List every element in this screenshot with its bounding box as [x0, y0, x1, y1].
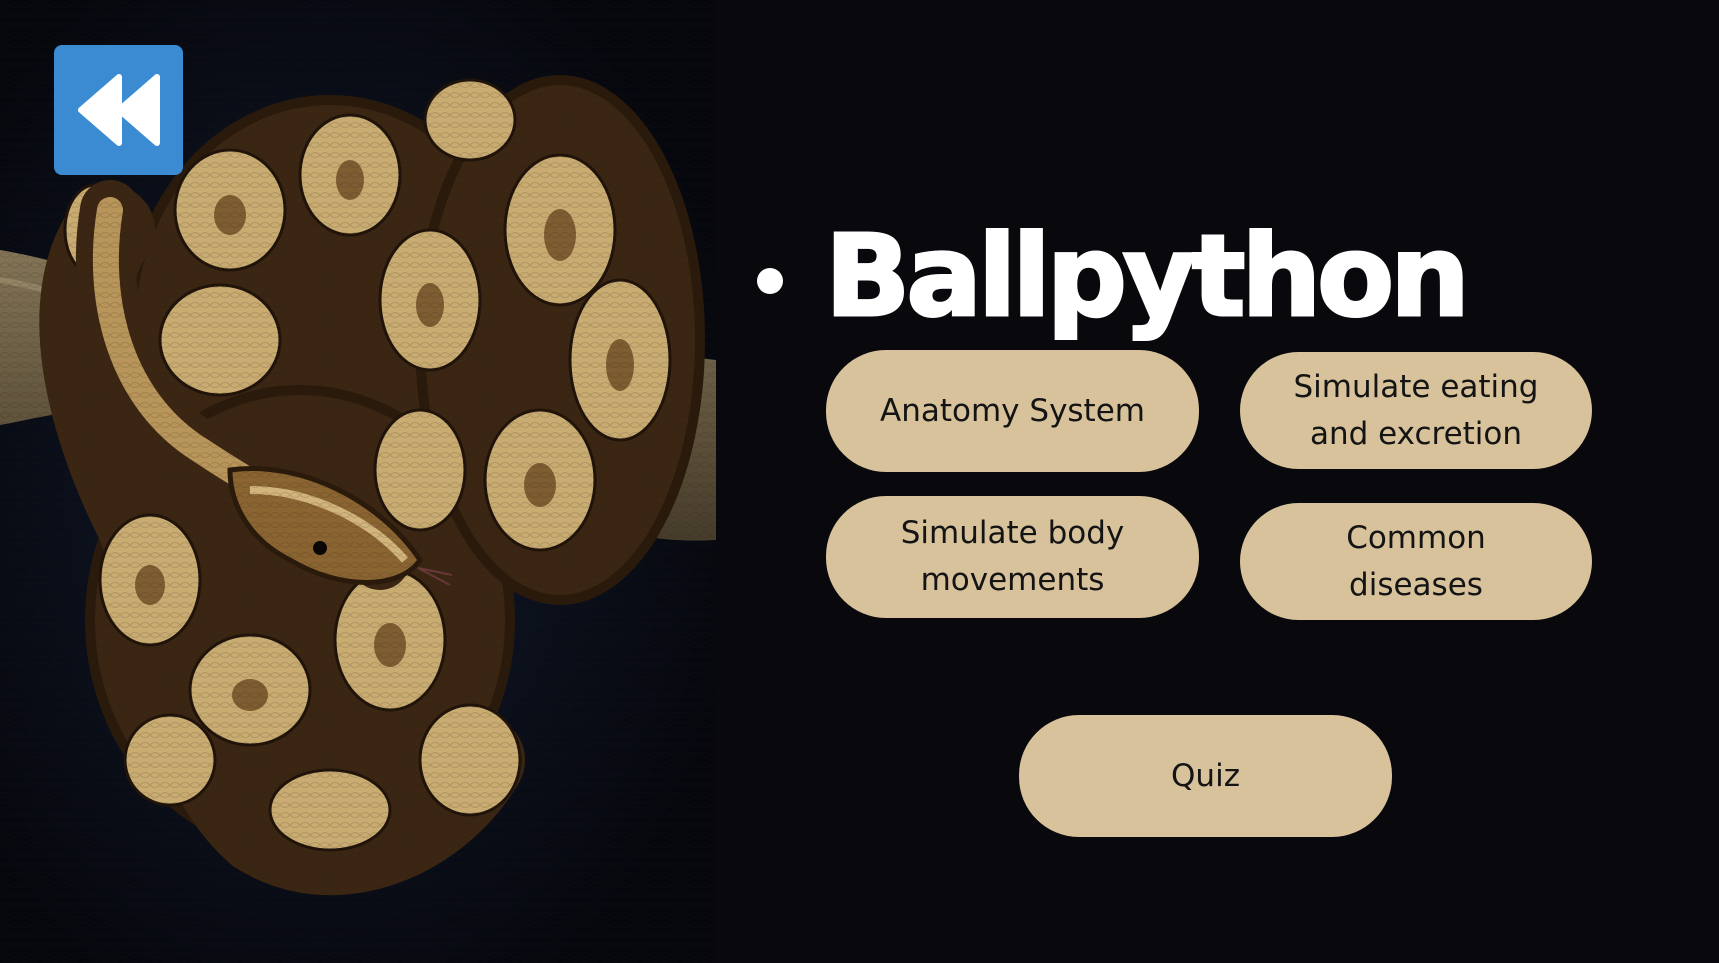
rewind-icon	[77, 74, 160, 146]
bullet-dot	[757, 268, 783, 294]
app-screen: Ballpython Anatomy System Simulate eatin…	[0, 0, 1719, 963]
simulate-movement-button[interactable]: Simulate body movements	[826, 496, 1199, 618]
title-row: Ballpython	[757, 212, 1472, 342]
common-diseases-button[interactable]: Common diseases	[1240, 503, 1592, 620]
anatomy-system-button[interactable]: Anatomy System	[826, 350, 1199, 472]
simulate-eating-button[interactable]: Simulate eating and excretion	[1240, 352, 1592, 469]
back-button[interactable]	[54, 45, 183, 175]
page-title: Ballpython	[824, 212, 1472, 342]
quiz-button[interactable]: Quiz	[1019, 715, 1392, 837]
